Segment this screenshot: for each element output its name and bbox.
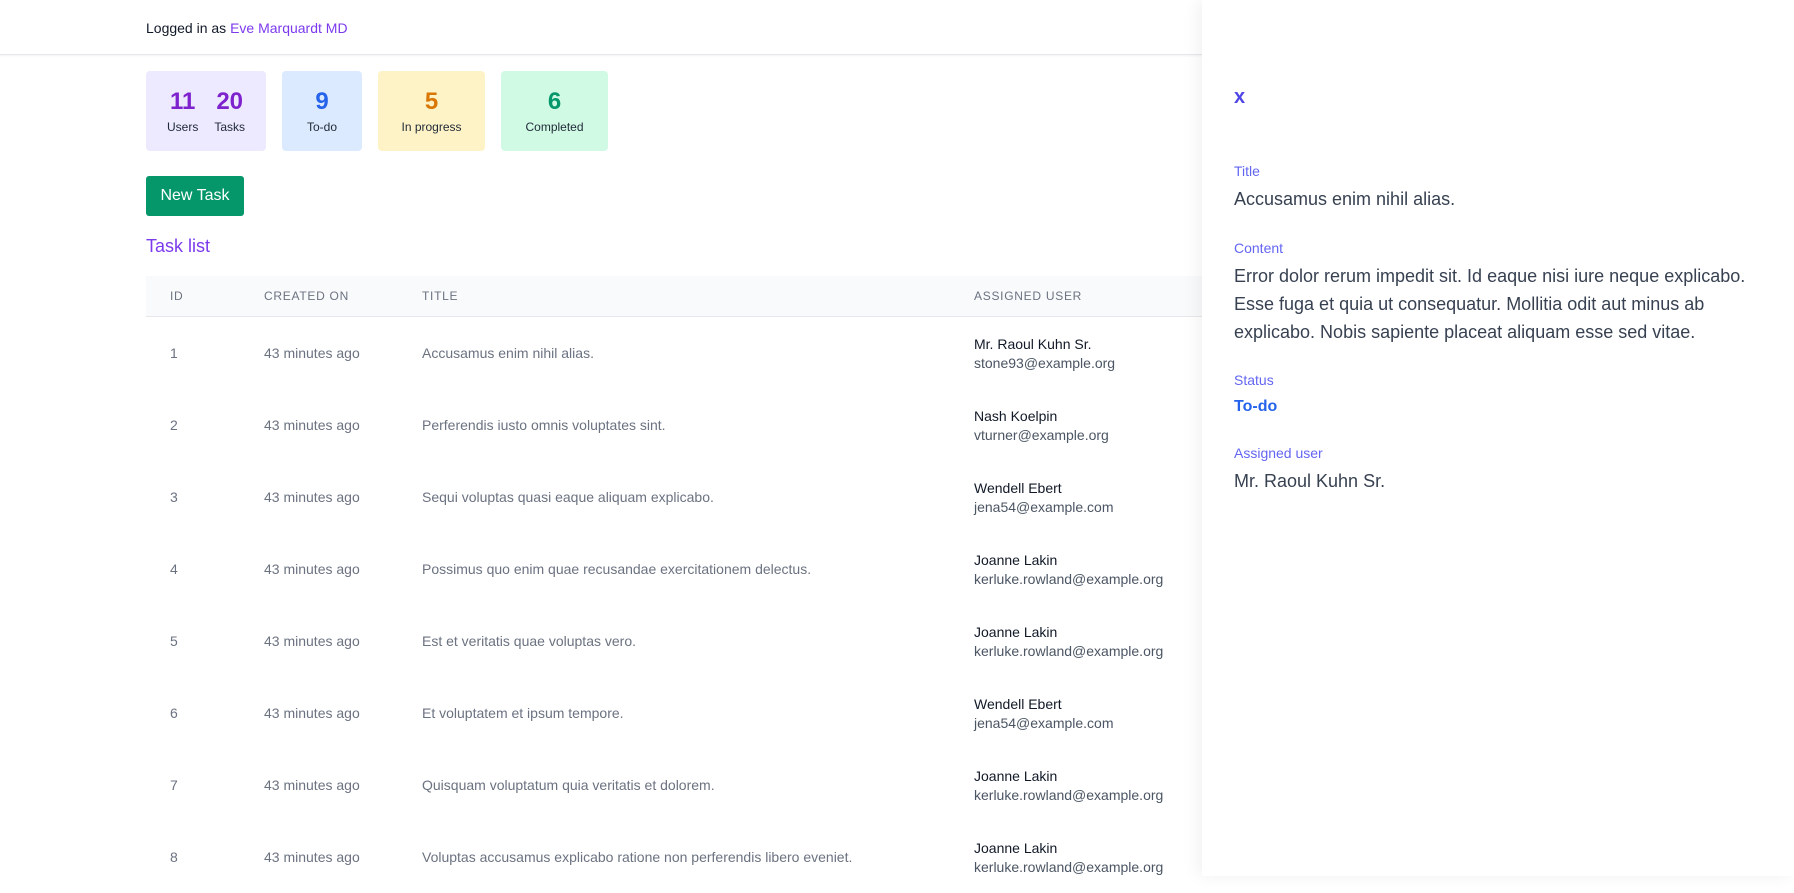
assigned-user-name: Wendell Ebert <box>974 479 1062 496</box>
tasks-stat: 20 Tasks <box>214 88 245 134</box>
column-header-id: ID <box>146 276 264 317</box>
content-field-value: Error dolor rerum impedit sit. Id eaque … <box>1234 266 1746 342</box>
assigned-user-cell: Nash Koelpin vturner@example.org <box>974 389 1202 461</box>
assigned-user-name: Joanne Lakin <box>974 623 1058 640</box>
table-row[interactable]: 7 43 minutes ago Quisquam voluptatum qui… <box>146 749 1202 821</box>
assigned-user-email: jena54@example.com <box>974 498 1114 515</box>
current-user-link[interactable]: Eve Marquardt MD <box>230 20 347 36</box>
todo-label: To-do <box>306 120 338 134</box>
assigned-user-cell: Mr. Raoul Kuhn Sr. stone93@example.org <box>974 317 1202 390</box>
assigned-user-name: Nash Koelpin <box>974 407 1058 424</box>
table-row[interactable]: 6 43 minutes ago Et voluptatem et ipsum … <box>146 677 1202 749</box>
tasks-count: 20 <box>216 88 244 115</box>
assigned-user-cell: Joanne Lakin kerluke.rowland@example.org <box>974 821 1202 893</box>
column-header-created-on: CREATED ON <box>264 276 422 317</box>
table-row[interactable]: 8 43 minutes ago Voluptas accusamus expl… <box>146 821 1202 893</box>
new-task-button[interactable]: New Task <box>146 176 244 216</box>
task-id: 4 <box>170 561 178 577</box>
title-field-label: Title <box>1234 163 1260 179</box>
assigned-user-field-label: Assigned user <box>1234 445 1323 461</box>
table-row[interactable]: 4 43 minutes ago Possimus quo enim quae … <box>146 533 1202 605</box>
content-field-label: Content <box>1234 240 1284 256</box>
assigned-user-name: Joanne Lakin <box>974 767 1058 784</box>
assigned-user-email: kerluke.rowland@example.org <box>974 858 1164 875</box>
completed-stat-card: 6 Completed <box>501 71 608 151</box>
title-field-value: Accusamus enim nihil alias. <box>1234 189 1456 209</box>
task-created: 43 minutes ago <box>264 561 360 577</box>
assigned-user-email: vturner@example.org <box>974 426 1109 443</box>
top-header: Logged in as Eve Marquardt MD <box>0 0 1202 55</box>
task-id: 6 <box>170 705 178 721</box>
assigned-user-cell: Wendell Ebert jena54@example.com <box>974 677 1202 749</box>
assigned-user-email: kerluke.rowland@example.org <box>974 642 1164 659</box>
status-field-label: Status <box>1234 372 1274 388</box>
assigned-user-name: Joanne Lakin <box>974 551 1058 568</box>
table-row[interactable]: 5 43 minutes ago Est et veritatis quae v… <box>146 605 1202 677</box>
assigned-user-email: kerluke.rowland@example.org <box>974 786 1164 803</box>
assigned-user-cell: Joanne Lakin kerluke.rowland@example.org <box>974 605 1202 677</box>
task-created: 43 minutes ago <box>264 777 360 793</box>
task-id: 3 <box>170 489 178 505</box>
task-title: Est et veritatis quae voluptas vero. <box>422 633 636 649</box>
task-id: 1 <box>170 345 178 361</box>
assigned-user-email: jena54@example.com <box>974 714 1114 731</box>
tasks-label: Tasks <box>214 120 246 134</box>
close-panel-button[interactable]: x <box>1234 86 1245 109</box>
task-title: Sequi voluptas quasi eaque aliquam expli… <box>422 489 714 505</box>
table-row[interactable]: 2 43 minutes ago Perferendis iusto omnis… <box>146 389 1202 461</box>
task-detail-panel: x Title Accusamus enim nihil alias. Cont… <box>1202 0 1794 876</box>
stats-bar: 11 Users 20 Tasks 9 To-do 5 In progress … <box>146 71 608 151</box>
table-row[interactable]: 1 43 minutes ago Accusamus enim nihil al… <box>146 317 1202 390</box>
task-created: 43 minutes ago <box>264 489 360 505</box>
in-progress-stat-card: 5 In progress <box>378 71 485 151</box>
task-id: 8 <box>170 849 178 865</box>
users-tasks-stat-card: 11 Users 20 Tasks <box>146 71 266 151</box>
task-id: 2 <box>170 417 178 433</box>
column-header-assigned-user: ASSIGNED USER <box>974 276 1202 317</box>
task-table-container: ID CREATED ON TITLE ASSIGNED USER 1 43 m… <box>146 276 1202 893</box>
task-title: Perferendis iusto omnis voluptates sint. <box>422 417 666 433</box>
completed-count: 6 <box>547 88 562 115</box>
todo-stat-card: 9 To-do <box>282 71 362 151</box>
task-created: 43 minutes ago <box>264 417 360 433</box>
task-table: ID CREATED ON TITLE ASSIGNED USER 1 43 m… <box>146 276 1202 893</box>
completed-label: Completed <box>525 120 584 134</box>
users-stat: 11 Users <box>167 88 198 134</box>
task-title: Quisquam voluptatum quia veritatis et do… <box>422 777 715 793</box>
task-created: 43 minutes ago <box>264 849 360 865</box>
users-count: 11 <box>169 88 196 115</box>
task-created: 43 minutes ago <box>264 633 360 649</box>
task-title: Et voluptatem et ipsum tempore. <box>422 705 624 721</box>
task-created: 43 minutes ago <box>264 705 360 721</box>
assigned-user-name: Wendell Ebert <box>974 695 1062 712</box>
task-title: Voluptas accusamus explicabo ratione non… <box>422 849 853 865</box>
todo-count: 9 <box>315 88 329 115</box>
task-title: Accusamus enim nihil alias. <box>422 345 594 361</box>
assigned-user-name: Mr. Raoul Kuhn Sr. <box>974 335 1092 352</box>
assigned-user-field-value: Mr. Raoul Kuhn Sr. <box>1234 471 1386 491</box>
assigned-user-email: stone93@example.org <box>974 354 1116 371</box>
status-field-value: To-do <box>1234 398 1278 415</box>
task-title: Possimus quo enim quae recusandae exerci… <box>422 561 812 577</box>
task-created: 43 minutes ago <box>264 345 360 361</box>
logged-in-text: Logged in as Eve Marquardt MD <box>146 20 348 36</box>
assigned-user-cell: Joanne Lakin kerluke.rowland@example.org <box>974 533 1202 605</box>
users-label: Users <box>166 120 199 134</box>
table-row[interactable]: 3 43 minutes ago Sequi voluptas quasi ea… <box>146 461 1202 533</box>
assigned-user-cell: Joanne Lakin kerluke.rowland@example.org <box>974 749 1202 821</box>
assigned-user-cell: Wendell Ebert jena54@example.com <box>974 461 1202 533</box>
table-header-row: ID CREATED ON TITLE ASSIGNED USER <box>146 276 1202 317</box>
column-header-title: TITLE <box>422 276 974 317</box>
task-list-title: Task list <box>146 236 211 256</box>
in-progress-count: 5 <box>424 88 439 115</box>
assigned-user-email: kerluke.rowland@example.org <box>974 570 1164 587</box>
task-id: 5 <box>170 633 178 649</box>
assigned-user-name: Joanne Lakin <box>974 839 1058 856</box>
in-progress-label: In progress <box>401 120 462 134</box>
task-id: 7 <box>170 777 178 793</box>
logged-in-prefix: Logged in as <box>146 20 231 36</box>
